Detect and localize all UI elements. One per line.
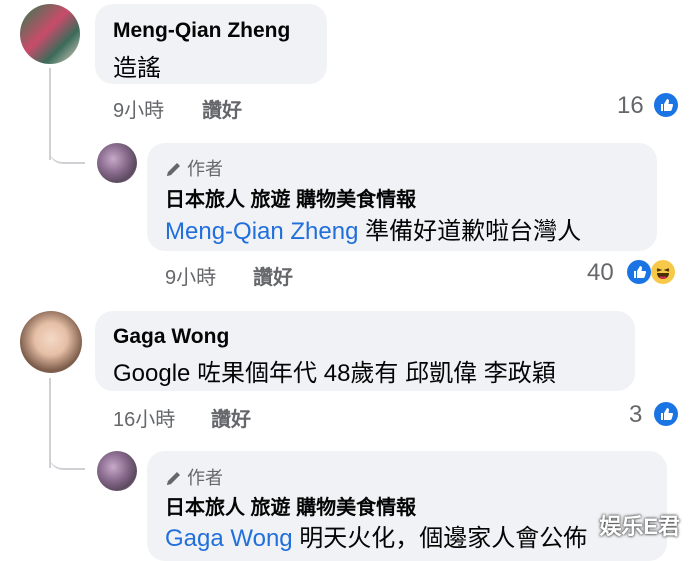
avatar[interactable] — [20, 4, 80, 64]
like-reaction-icon — [654, 93, 678, 117]
comment-author[interactable]: Gaga Wong — [113, 325, 229, 349]
reply-text: Meng-Qian Zheng 準備好道歉啦台灣人 — [165, 211, 581, 246]
watermark: 娱乐E君 — [599, 514, 680, 539]
reply-text: Gaga Wong 明天火化，個邊家人會公佈 — [165, 518, 587, 553]
reply-like-button[interactable]: 讚好 — [253, 261, 293, 290]
page-avatar[interactable] — [97, 451, 137, 491]
mention-link[interactable]: Gaga Wong — [165, 525, 293, 552]
page-avatar[interactable] — [97, 143, 137, 183]
reply-body: 準備好道歉啦台灣人 — [358, 218, 582, 245]
thread-connector — [49, 140, 85, 164]
like-reaction-icon — [654, 402, 678, 426]
like-button[interactable]: 讚好 — [211, 403, 251, 432]
pencil-icon — [167, 472, 180, 485]
author-badge: 作者 — [165, 464, 223, 490]
reaction-count[interactable]: 16 — [617, 92, 644, 120]
avatar[interactable] — [20, 311, 82, 373]
author-badge-label: 作者 — [187, 468, 223, 488]
reply-body: 明天火化，個邊家人會公佈 — [292, 525, 588, 552]
author-badge-label: 作者 — [187, 159, 223, 179]
haha-reaction-icon — [651, 260, 675, 284]
mention-link[interactable]: Meng-Qian Zheng — [165, 218, 358, 245]
reply-time[interactable]: 9小時 — [165, 261, 216, 290]
reaction-count[interactable]: 3 — [629, 401, 642, 429]
pencil-icon — [167, 163, 180, 176]
author-badge: 作者 — [165, 155, 223, 181]
thread-connector — [49, 446, 85, 470]
like-reaction-icon — [627, 260, 651, 284]
comment-author[interactable]: Meng-Qian Zheng — [113, 19, 290, 43]
comment-text: Google 咗果個年代 48歲有 邱凱偉 李政穎 — [113, 360, 556, 387]
comment-time[interactable]: 9小時 — [113, 94, 164, 123]
reply-author[interactable]: 日本旅人 旅遊 購物美食情報 — [165, 491, 416, 520]
like-button[interactable]: 讚好 — [202, 94, 242, 123]
reply-author[interactable]: 日本旅人 旅遊 購物美食情報 — [165, 183, 416, 212]
comment-text: 造謠 — [113, 55, 161, 82]
reply-reaction-count[interactable]: 40 — [587, 259, 614, 287]
comment-time[interactable]: 16小時 — [113, 403, 175, 432]
